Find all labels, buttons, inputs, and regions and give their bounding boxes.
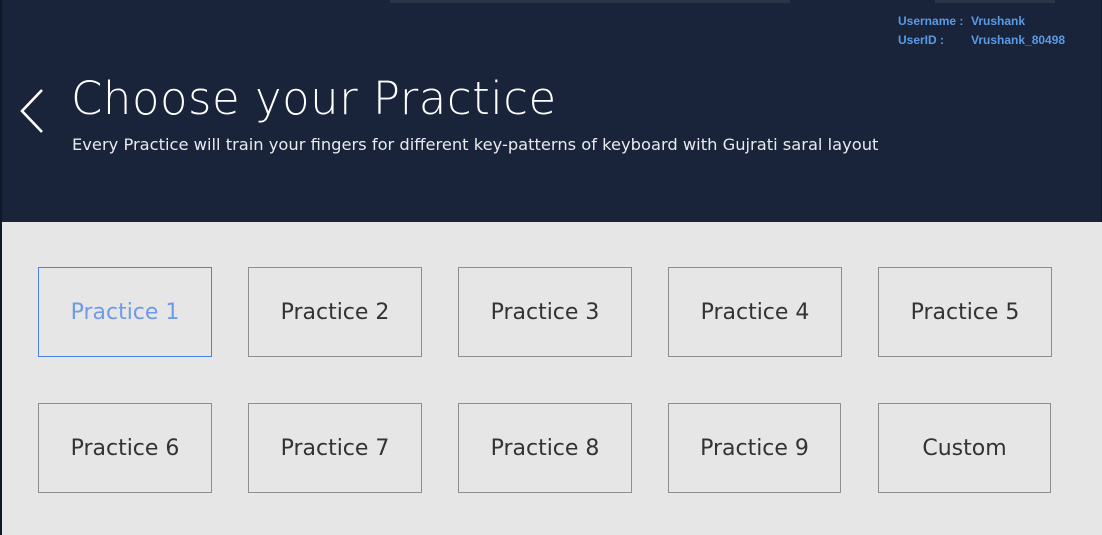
practice-1-button[interactable]: Practice 1	[38, 267, 212, 357]
practice-5-button[interactable]: Practice 5	[878, 267, 1052, 357]
userid-value: Vrushank_80498	[971, 33, 1066, 47]
chevron-left-icon	[20, 89, 43, 133]
username-label: Username :	[898, 14, 964, 28]
username-value: Vrushank	[971, 14, 1026, 28]
custom-practice-button[interactable]: Custom	[878, 403, 1051, 493]
top-strip	[390, 0, 790, 3]
page-title: Choose your Practice	[71, 72, 557, 125]
window-edge	[0, 0, 2, 535]
practice-7-button[interactable]: Practice 7	[248, 403, 422, 493]
user-info: Username : Vrushank UserID : Vrushank_80…	[898, 14, 1065, 52]
back-button[interactable]	[18, 86, 52, 136]
header-banner: Username : Vrushank UserID : Vrushank_80…	[0, 0, 1102, 222]
practice-6-button[interactable]: Practice 6	[38, 403, 212, 493]
top-strip	[935, 0, 1055, 3]
practice-8-button[interactable]: Practice 8	[458, 403, 632, 493]
practice-4-button[interactable]: Practice 4	[668, 267, 842, 357]
practice-3-button[interactable]: Practice 3	[458, 267, 632, 357]
practice-2-button[interactable]: Practice 2	[248, 267, 422, 357]
userid-label: UserID :	[898, 33, 945, 47]
userid-row: UserID : Vrushank_80498	[898, 33, 1065, 52]
practice-9-button[interactable]: Practice 9	[668, 403, 841, 493]
page-subtitle: Every Practice will train your fingers f…	[72, 135, 879, 154]
username-row: Username : Vrushank	[898, 14, 1065, 33]
